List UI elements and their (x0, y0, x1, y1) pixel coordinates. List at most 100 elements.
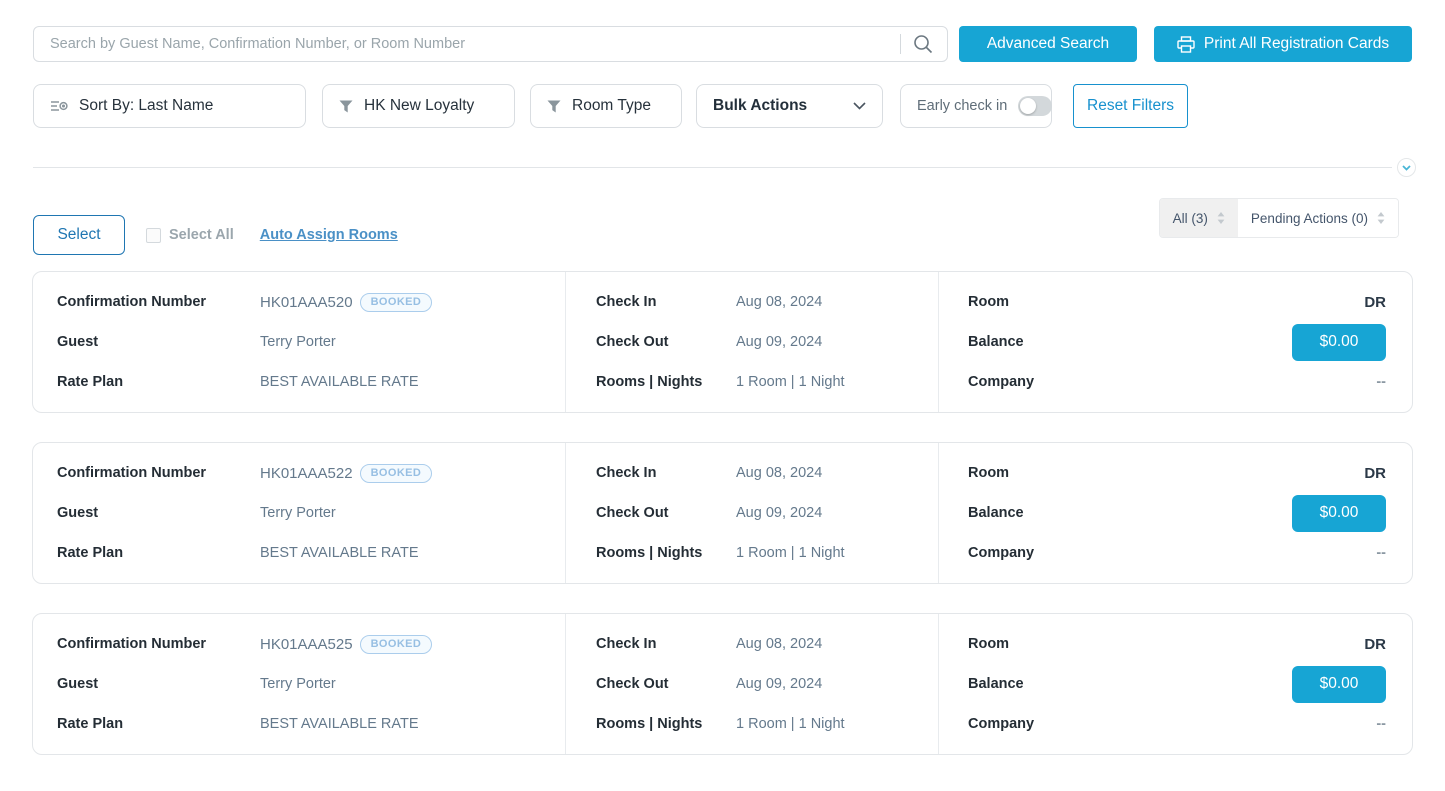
card-stay-column: Check In Aug 08, 2024 Check Out Aug 09, … (565, 272, 938, 412)
tab-all[interactable]: All (3) (1160, 199, 1238, 237)
rate-plan-label: Rate Plan (57, 545, 260, 561)
check-in-value: Aug 08, 2024 (736, 465, 822, 481)
loyalty-filter[interactable]: HK New Loyalty (322, 84, 515, 128)
confirmation-number-label: Confirmation Number (57, 294, 260, 310)
tab-pending-actions[interactable]: Pending Actions (0) (1238, 199, 1398, 237)
room-row: Room DR (968, 633, 1386, 655)
check-in-row: Check In Aug 08, 2024 (596, 291, 920, 313)
check-out-row: Check Out Aug 09, 2024 (596, 673, 920, 695)
check-out-value: Aug 09, 2024 (736, 334, 822, 350)
chevron-down-icon (853, 102, 866, 110)
rate-plan-row: Rate Plan BEST AVAILABLE RATE (57, 542, 547, 564)
rate-plan-value: BEST AVAILABLE RATE (260, 716, 419, 732)
room-label: Room (968, 636, 1009, 652)
advanced-search-button[interactable]: Advanced Search (959, 26, 1137, 62)
reservation-card[interactable]: Confirmation Number HK01AAA525 BOOKED Gu… (32, 613, 1413, 755)
rate-plan-value: BEST AVAILABLE RATE (260, 545, 419, 561)
rooms-nights-row: Rooms | Nights 1 Room | 1 Night (596, 542, 920, 564)
guest-row: Guest Terry Porter (57, 502, 547, 524)
company-label: Company (968, 374, 1034, 390)
rooms-nights-value: 1 Room | 1 Night (736, 374, 845, 390)
confirmation-number-value[interactable]: HK01AAA522 (260, 465, 353, 482)
card-stay-column: Check In Aug 08, 2024 Check Out Aug 09, … (565, 614, 938, 754)
card-room-column: Room DR Balance $0.00 Company -- (938, 614, 1412, 754)
sort-carets-icon (1377, 212, 1385, 224)
sort-by-label: Sort By: Last Name (79, 97, 213, 115)
guest-row: Guest Terry Porter (57, 331, 547, 353)
filter-funnel-icon (547, 100, 561, 113)
room-row: Room DR (968, 462, 1386, 484)
rooms-nights-label: Rooms | Nights (596, 545, 736, 561)
check-out-row: Check Out Aug 09, 2024 (596, 331, 920, 353)
reservation-card[interactable]: Confirmation Number HK01AAA520 BOOKED Gu… (32, 271, 1413, 413)
printer-icon (1177, 36, 1195, 53)
room-type-filter[interactable]: Room Type (530, 84, 682, 128)
balance-row: Balance $0.00 (968, 324, 1386, 361)
company-value: -- (1376, 374, 1386, 390)
check-in-row: Check In Aug 08, 2024 (596, 633, 920, 655)
balance-button[interactable]: $0.00 (1292, 324, 1386, 361)
rooms-nights-row: Rooms | Nights 1 Room | 1 Night (596, 713, 920, 735)
reset-filters-button[interactable]: Reset Filters (1073, 84, 1188, 128)
early-check-in-toggle[interactable] (1018, 96, 1052, 116)
guest-value: Terry Porter (260, 505, 336, 521)
guest-label: Guest (57, 505, 260, 521)
list-toolbar: Select Select All Auto Assign Rooms All … (33, 215, 1412, 255)
company-value: -- (1376, 716, 1386, 732)
bulk-actions-dropdown[interactable]: Bulk Actions (696, 84, 883, 128)
early-check-in-label: Early check in (917, 98, 1007, 114)
search-icon[interactable] (912, 33, 934, 55)
print-all-registration-cards-button[interactable]: Print All Registration Cards (1154, 26, 1412, 62)
company-label: Company (968, 545, 1034, 561)
card-stay-column: Check In Aug 08, 2024 Check Out Aug 09, … (565, 443, 938, 583)
filter-funnel-icon (339, 100, 353, 113)
confirmation-number-value[interactable]: HK01AAA520 (260, 294, 353, 311)
room-row: Room DR (968, 291, 1386, 313)
card-room-column: Room DR Balance $0.00 Company -- (938, 443, 1412, 583)
card-identity-column: Confirmation Number HK01AAA520 BOOKED Gu… (33, 272, 565, 412)
card-room-column: Room DR Balance $0.00 Company -- (938, 272, 1412, 412)
rooms-nights-label: Rooms | Nights (596, 374, 736, 390)
tab-all-label: All (3) (1173, 211, 1208, 226)
search-divider (900, 34, 901, 54)
company-row: Company -- (968, 713, 1386, 735)
confirmation-number-row: Confirmation Number HK01AAA525 BOOKED (57, 633, 547, 655)
search-input[interactable] (33, 26, 948, 62)
check-in-value: Aug 08, 2024 (736, 636, 822, 652)
confirmation-number-label: Confirmation Number (57, 636, 260, 652)
filter-bar: Sort By: Last Name HK New Loyalty Room T… (33, 84, 1412, 128)
select-button[interactable]: Select (33, 215, 125, 255)
auto-assign-rooms-link[interactable]: Auto Assign Rooms (260, 227, 398, 243)
chevron-down-icon (1402, 165, 1411, 171)
check-out-value: Aug 09, 2024 (736, 505, 822, 521)
reservations-page: Advanced Search Print All Registration C… (0, 26, 1445, 791)
sort-by-dropdown[interactable]: Sort By: Last Name (33, 84, 306, 128)
confirmation-number-row: Confirmation Number HK01AAA522 BOOKED (57, 462, 547, 484)
rate-plan-label: Rate Plan (57, 716, 260, 732)
collapse-filters-button[interactable] (1397, 158, 1416, 177)
rooms-nights-row: Rooms | Nights 1 Room | 1 Night (596, 371, 920, 393)
balance-label: Balance (968, 676, 1024, 692)
check-in-label: Check In (596, 294, 736, 310)
room-value: DR (1364, 465, 1386, 482)
rate-plan-label: Rate Plan (57, 374, 260, 390)
guest-value: Terry Porter (260, 676, 336, 692)
guest-row: Guest Terry Porter (57, 673, 547, 695)
rate-plan-value: BEST AVAILABLE RATE (260, 374, 419, 390)
check-in-row: Check In Aug 08, 2024 (596, 462, 920, 484)
check-out-label: Check Out (596, 334, 736, 350)
room-value: DR (1364, 294, 1386, 311)
balance-button[interactable]: $0.00 (1292, 666, 1386, 703)
reservation-card[interactable]: Confirmation Number HK01AAA522 BOOKED Gu… (32, 442, 1413, 584)
check-out-label: Check Out (596, 505, 736, 521)
confirmation-number-value[interactable]: HK01AAA525 (260, 636, 353, 653)
balance-label: Balance (968, 505, 1024, 521)
print-all-label: Print All Registration Cards (1204, 35, 1389, 53)
check-in-label: Check In (596, 465, 736, 481)
select-all-control[interactable]: Select All (146, 227, 234, 243)
check-out-value: Aug 09, 2024 (736, 676, 822, 692)
room-type-filter-label: Room Type (572, 97, 651, 115)
status-badge: BOOKED (360, 293, 433, 312)
balance-button[interactable]: $0.00 (1292, 495, 1386, 532)
select-all-checkbox[interactable] (146, 228, 161, 243)
